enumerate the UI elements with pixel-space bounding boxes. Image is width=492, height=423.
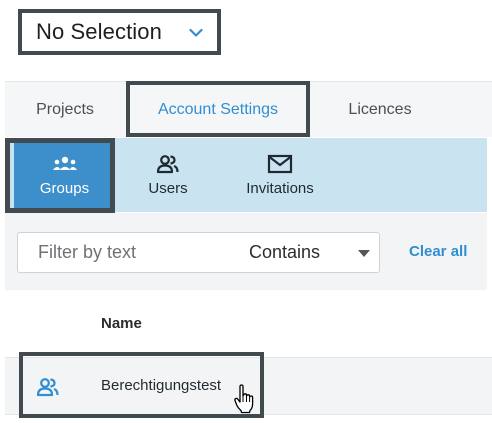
group-icon — [36, 378, 59, 397]
selection-value: No Selection — [36, 19, 162, 44]
users-icon — [155, 154, 181, 174]
tab-licences[interactable]: Licences — [315, 82, 445, 138]
subnav-item-groups[interactable]: Groups — [14, 138, 115, 212]
selection-dropdown[interactable]: No Selection — [18, 9, 221, 55]
account-subnav: Groups Users Invitations — [5, 138, 487, 212]
filter-mode-select[interactable]: Contains — [249, 242, 320, 263]
tab-account-settings-label: Account Settings — [157, 101, 279, 118]
tab-account-settings[interactable]: Account Settings — [126, 82, 310, 138]
column-header-name[interactable]: Name — [101, 315, 142, 332]
subnav-item-invitations-label: Invitations — [246, 179, 314, 197]
tab-projects-label: Projects — [36, 101, 94, 118]
tab-projects[interactable]: Projects — [15, 82, 115, 138]
active-tab-indicator — [130, 133, 306, 136]
table-row[interactable]: Berechtigungstest — [5, 358, 492, 415]
subnav-item-groups-label: Groups — [39, 179, 90, 197]
filter-text-input[interactable] — [19, 234, 239, 271]
tab-licences-label: Licences — [348, 101, 412, 118]
subnav-item-users-label: Users — [148, 179, 188, 197]
main-tabs: Projects Account Settings Licences — [5, 81, 492, 137]
chevron-down-icon — [189, 28, 203, 37]
envelope-icon — [267, 154, 293, 174]
filter-field: Contains — [17, 232, 380, 273]
group-name-cell: Berechtigungstest — [101, 377, 222, 394]
caret-down-icon[interactable] — [358, 250, 370, 257]
clear-all-link[interactable]: Clear all — [409, 243, 467, 260]
subnav-item-users[interactable]: Users — [120, 138, 216, 212]
groups-icon — [52, 154, 78, 174]
subnav-item-invitations[interactable]: Invitations — [225, 138, 335, 212]
